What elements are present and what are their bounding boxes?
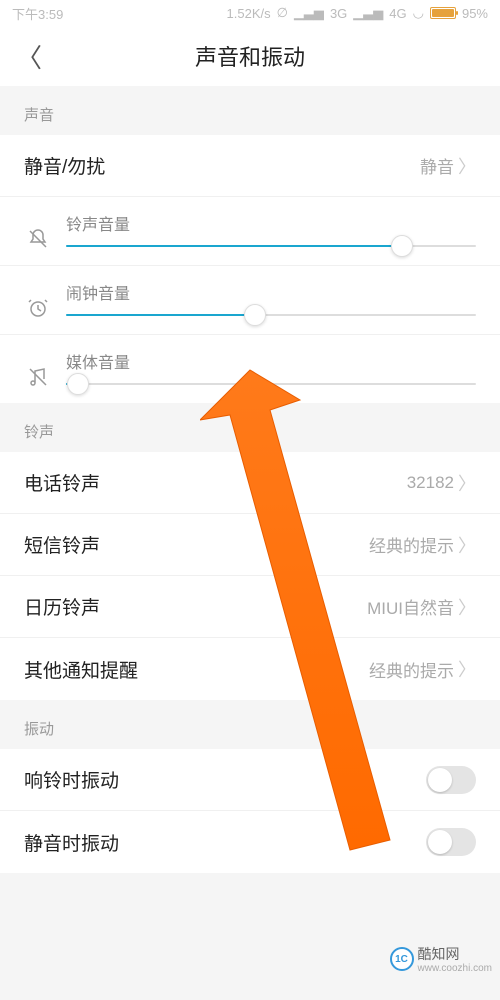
row-vibrate-on-silent[interactable]: 静音时振动 (0, 811, 500, 873)
row-label: 静音时振动 (24, 829, 119, 856)
status-bar: 下午3:59 1.52K/s ∅ ▁▃▅ 3G ▁▃▅ 4G ◡ 95% (0, 0, 500, 26)
row-calendar-ringtone[interactable]: 日历铃声 MIUI自然音〉 (0, 576, 500, 638)
signal-icon-1: ▁▃▅ (294, 5, 324, 21)
slider-alarm-volume[interactable]: 闹钟音量 (0, 266, 500, 335)
slider-label: 铃声音量 (66, 211, 476, 235)
slider-track[interactable] (66, 383, 476, 385)
alarm-clock-icon (24, 294, 52, 322)
row-value-text: 静音 (420, 153, 454, 178)
row-label: 日历铃声 (24, 593, 100, 620)
bell-mute-icon (24, 225, 52, 253)
section-label-vibrate: 振动 (0, 700, 500, 749)
watermark-logo-icon: 1C (390, 947, 414, 971)
status-speed: 1.52K/s (227, 6, 271, 21)
row-label: 短信铃声 (24, 531, 100, 558)
row-phone-ringtone[interactable]: 电话铃声 32182〉 (0, 452, 500, 514)
row-value: 静音 〉 (420, 153, 476, 179)
section-label-sound: 声音 (0, 86, 500, 135)
watermark-brand: 酷知网 (418, 946, 460, 962)
mute-icon: ∅ (277, 5, 288, 21)
row-label: 响铃时振动 (24, 766, 119, 793)
slider-thumb[interactable] (391, 235, 413, 257)
slider-ring-volume[interactable]: 铃声音量 (0, 197, 500, 266)
slider-thumb[interactable] (67, 373, 89, 395)
slider-thumb[interactable] (244, 304, 266, 326)
signal-icon-2: ▁▃▅ (353, 5, 383, 21)
row-value-text: 经典的提示 (369, 657, 454, 682)
chevron-right-icon: 〉 (458, 153, 476, 179)
slider-track[interactable] (66, 314, 476, 316)
row-other-notification[interactable]: 其他通知提醒 经典的提示〉 (0, 638, 500, 700)
page-title: 声音和振动 (195, 40, 305, 72)
back-button[interactable]: 〈 (16, 38, 42, 75)
toggle-switch[interactable] (426, 766, 476, 794)
music-mute-icon (24, 363, 52, 391)
slider-fill (66, 245, 402, 247)
status-net1: 3G (330, 6, 347, 21)
row-value-text: 经典的提示 (369, 532, 454, 557)
chevron-right-icon: 〉 (458, 656, 476, 682)
row-vibrate-on-ring[interactable]: 响铃时振动 (0, 749, 500, 811)
slider-label: 媒体音量 (66, 349, 476, 373)
watermark-url: www.coozhi.com (418, 964, 492, 974)
status-net2: 4G (389, 6, 406, 21)
wifi-icon: ◡ (413, 5, 424, 21)
status-battery: 95% (462, 6, 488, 21)
chevron-right-icon: 〉 (458, 470, 476, 496)
header: 〈 声音和振动 (0, 26, 500, 86)
row-label: 电话铃声 (24, 469, 100, 496)
row-sms-ringtone[interactable]: 短信铃声 经典的提示〉 (0, 514, 500, 576)
chevron-right-icon: 〉 (458, 532, 476, 558)
row-silent-dnd[interactable]: 静音/勿扰 静音 〉 (0, 135, 500, 197)
slider-track[interactable] (66, 245, 476, 247)
section-label-ringtone: 铃声 (0, 403, 500, 452)
watermark: 1C 酷知网 www.coozhi.com (390, 944, 492, 974)
row-value-text: 32182 (407, 473, 454, 493)
row-label: 静音/勿扰 (24, 152, 105, 179)
slider-label: 闹钟音量 (66, 280, 476, 304)
status-time: 下午3:59 (12, 4, 63, 23)
toggle-switch[interactable] (426, 828, 476, 856)
row-value-text: MIUI自然音 (367, 594, 454, 619)
row-label: 其他通知提醒 (24, 656, 138, 683)
battery-icon (430, 7, 456, 19)
chevron-right-icon: 〉 (458, 594, 476, 620)
slider-media-volume[interactable]: 媒体音量 (0, 335, 500, 403)
slider-fill (66, 314, 255, 316)
